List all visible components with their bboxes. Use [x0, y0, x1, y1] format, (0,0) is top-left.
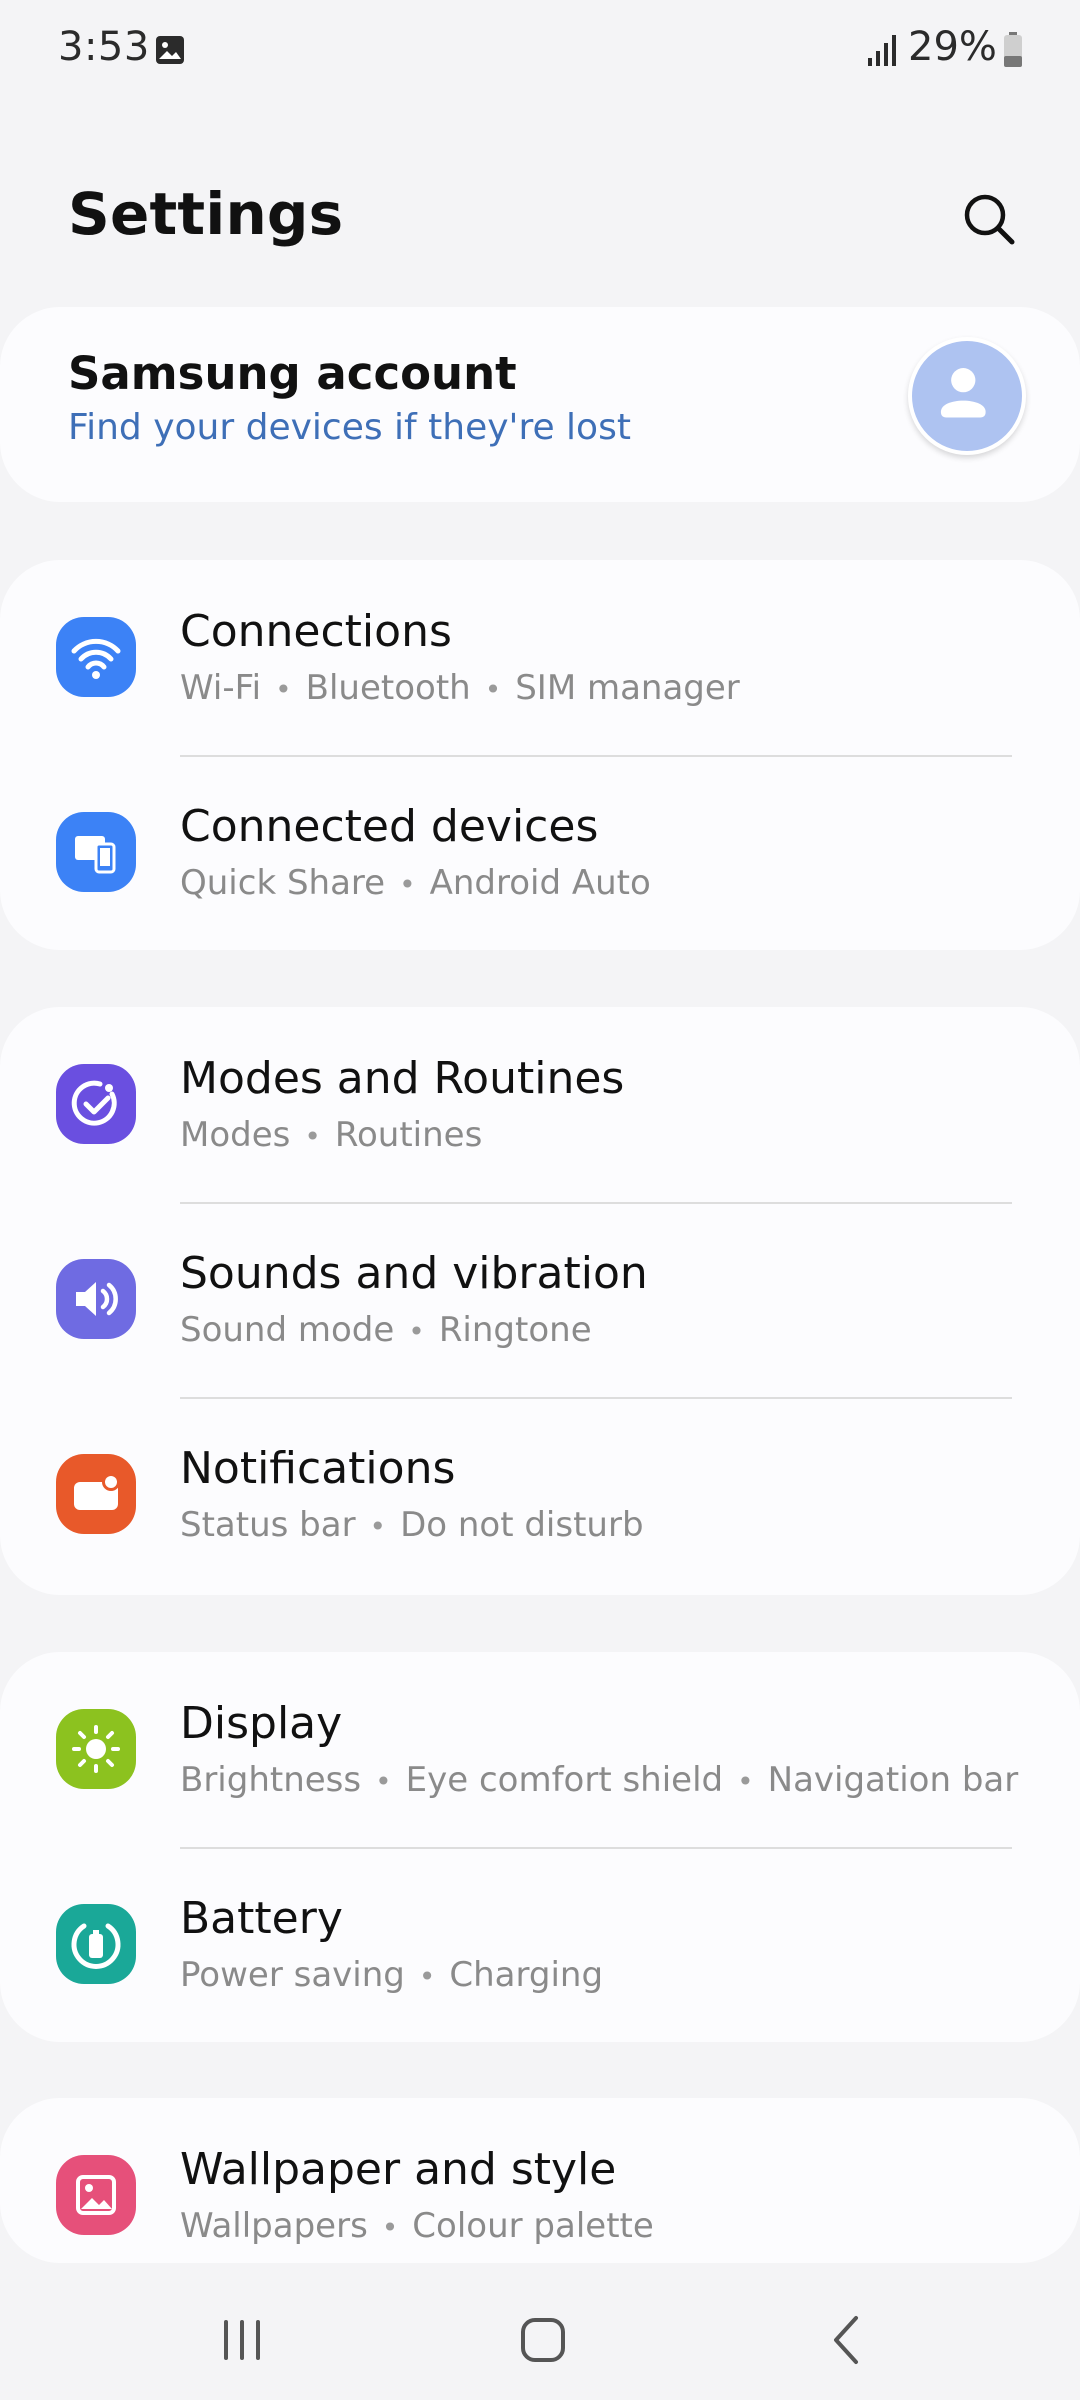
item-subtitle: Modes • Routines [180, 1115, 483, 1155]
item-title: Sounds and vibration [180, 1248, 648, 1299]
settings-item-connections[interactable]: Connections Wi-Fi • Bluetooth • SIM manager [0, 560, 1080, 755]
item-title: Connections [180, 606, 452, 657]
battery-status-icon [1004, 32, 1022, 67]
subtitle-part: Charging [449, 1955, 604, 1995]
status-time: 3:53 [58, 24, 150, 70]
subtitle-part: Sound mode [180, 1310, 395, 1350]
sun-icon [56, 1709, 136, 1789]
item-title: Modes and Routines [180, 1053, 625, 1104]
wifi-icon [56, 617, 136, 697]
wallpaper-icon [56, 2155, 136, 2235]
account-title: Samsung account [68, 347, 517, 400]
modes-check-icon [56, 1064, 136, 1144]
subtitle-part: Navigation bar [767, 1760, 1019, 1800]
item-subtitle: Power saving • Charging [180, 1955, 604, 1995]
settings-group-connections: Connections Wi-Fi • Bluetooth • SIM manager … [0, 560, 1080, 950]
settings-item-display[interactable]: Display Brightness • Eye comfort shield • Na… [0, 1652, 1080, 1847]
status-bar: 3:53 29% [0, 0, 1080, 100]
samsung-account-card[interactable]: Samsung account Find your devices if the… [0, 307, 1080, 502]
battery-icon [56, 1904, 136, 1984]
settings-group-display: Display Brightness • Eye comfort shield • Na… [0, 1652, 1080, 2042]
subtitle-part: Eye comfort shield [405, 1760, 724, 1800]
settings-item-notifications[interactable]: Notifications Status bar • Do not disturb [0, 1397, 1080, 1592]
back-icon[interactable] [808, 2300, 888, 2380]
recent-apps-icon[interactable] [202, 2300, 282, 2380]
speaker-icon [56, 1259, 136, 1339]
gallery-icon [156, 36, 184, 64]
subtitle-part: Power saving [180, 1955, 405, 1995]
subtitle-part: Brightness [180, 1760, 362, 1800]
item-subtitle: Quick Share • Android Auto [180, 863, 651, 903]
connected-devices-icon [56, 812, 136, 892]
subtitle-part: Ringtone [438, 1310, 592, 1350]
account-subtitle: Find your devices if they're lost [68, 407, 631, 448]
battery-percent: 29% [908, 24, 997, 70]
item-title: Display [180, 1698, 343, 1749]
subtitle-part: Wallpapers [180, 2206, 368, 2246]
settings-item-connected-devices[interactable]: Connected devices Quick Share • Android Au… [0, 755, 1080, 950]
item-title: Notifications [180, 1443, 456, 1494]
item-subtitle: Wallpapers • Colour palette [180, 2206, 654, 2246]
item-title: Battery [180, 1893, 343, 1944]
settings-item-battery[interactable]: Battery Power saving • Charging [0, 1847, 1080, 2042]
item-title: Connected devices [180, 801, 599, 852]
settings-group-wallpaper: Wallpaper and style Wallpapers • Colour pa… [0, 2098, 1080, 2263]
settings-item-sounds[interactable]: Sounds and vibration Sound mode • Ringtone [0, 1202, 1080, 1397]
item-title: Wallpaper and style [180, 2144, 617, 2195]
subtitle-part: Status bar [180, 1505, 356, 1545]
item-subtitle: Sound mode • Ringtone [180, 1310, 592, 1350]
subtitle-part: Do not disturb [400, 1505, 644, 1545]
user-icon [940, 368, 986, 418]
search-icon[interactable] [955, 185, 1025, 255]
notification-icon [56, 1454, 136, 1534]
page-title: Settings [68, 180, 344, 248]
subtitle-part: Bluetooth [305, 668, 471, 708]
item-subtitle: Wi-Fi • Bluetooth • SIM manager [180, 668, 740, 708]
signal-icon [868, 35, 896, 66]
item-subtitle: Brightness • Eye comfort shield • Navigation… [180, 1760, 1019, 1800]
item-subtitle: Status bar • Do not disturb [180, 1505, 644, 1545]
subtitle-part: Android Auto [429, 863, 651, 903]
subtitle-part: Routines [334, 1115, 483, 1155]
subtitle-part: Colour palette [412, 2206, 654, 2246]
subtitle-part: SIM manager [515, 668, 740, 708]
subtitle-part: Modes [180, 1115, 291, 1155]
avatar[interactable] [908, 337, 1026, 455]
settings-item-modes-routines[interactable]: Modes and Routines Modes • Routines [0, 1007, 1080, 1202]
subtitle-part: Quick Share [180, 863, 386, 903]
home-icon[interactable] [503, 2300, 583, 2380]
settings-group-modes: Modes and Routines Modes • Routines Sounds… [0, 1007, 1080, 1595]
subtitle-part: Wi-Fi [180, 668, 262, 708]
